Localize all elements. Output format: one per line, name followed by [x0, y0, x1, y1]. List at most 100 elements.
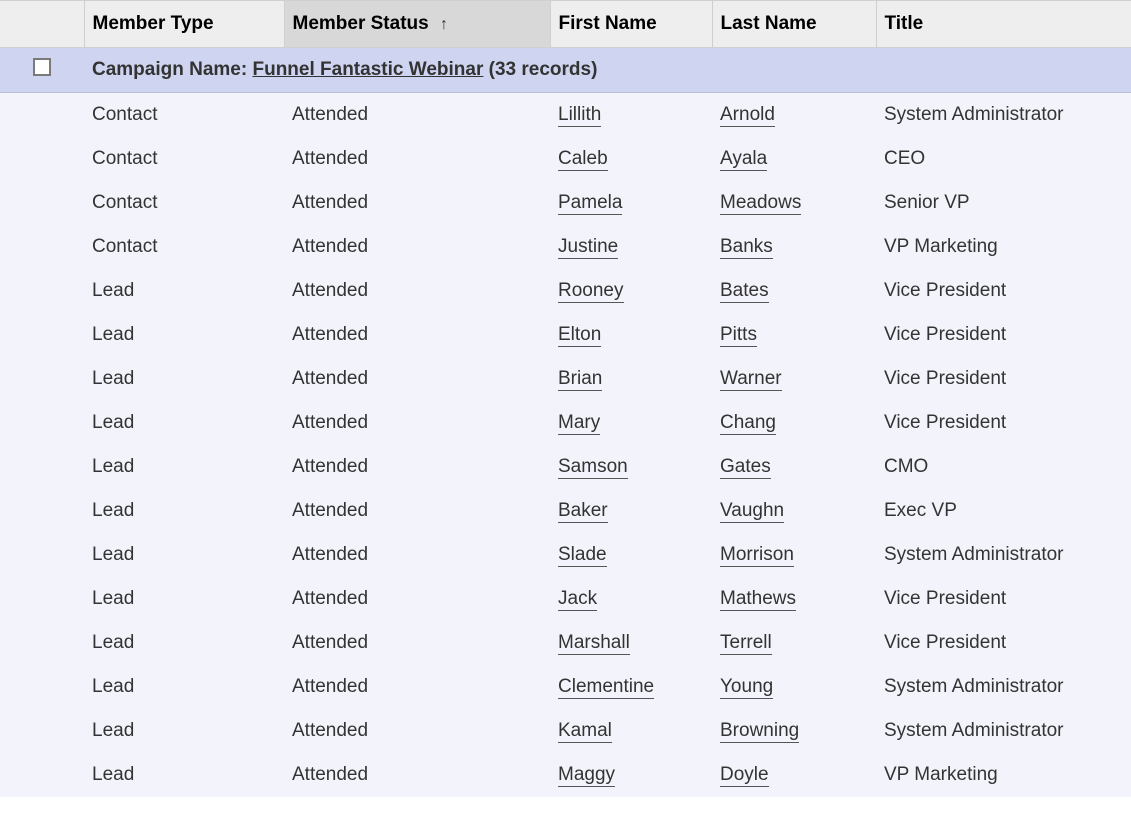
- row-checkbox-cell: [0, 489, 84, 533]
- last-name-link[interactable]: Mathews: [720, 588, 796, 611]
- first-name-link[interactable]: Clementine: [558, 676, 654, 699]
- cell-member-status: Attended: [284, 709, 550, 753]
- first-name-link[interactable]: Marshall: [558, 632, 630, 655]
- col-first-name[interactable]: First Name: [550, 1, 712, 48]
- first-name-link[interactable]: Slade: [558, 544, 607, 567]
- cell-first-name: Kamal: [550, 709, 712, 753]
- cell-first-name: Justine: [550, 225, 712, 269]
- last-name-link[interactable]: Young: [720, 676, 773, 699]
- row-checkbox-cell: [0, 357, 84, 401]
- cell-first-name: Clementine: [550, 665, 712, 709]
- row-checkbox-cell: [0, 93, 84, 138]
- first-name-link[interactable]: Justine: [558, 236, 618, 259]
- col-last-name[interactable]: Last Name: [712, 1, 876, 48]
- cell-member-type: Contact: [84, 225, 284, 269]
- table-row: ContactAttendedJustineBanksVP Marketing: [0, 225, 1131, 269]
- last-name-link[interactable]: Chang: [720, 412, 776, 435]
- first-name-link[interactable]: Pamela: [558, 192, 622, 215]
- first-name-link[interactable]: Baker: [558, 500, 608, 523]
- table-row: ContactAttendedCalebAyalaCEO: [0, 137, 1131, 181]
- cell-first-name: Maggy: [550, 753, 712, 797]
- row-checkbox-cell: [0, 753, 84, 797]
- first-name-link[interactable]: Mary: [558, 412, 600, 435]
- group-name-link[interactable]: Funnel Fantastic Webinar: [252, 59, 483, 80]
- first-name-link[interactable]: Lillith: [558, 104, 601, 127]
- last-name-link[interactable]: Arnold: [720, 104, 775, 127]
- last-name-link[interactable]: Gates: [720, 456, 771, 479]
- last-name-link[interactable]: Meadows: [720, 192, 801, 215]
- first-name-link[interactable]: Maggy: [558, 764, 615, 787]
- col-member-status-label: Member Status: [293, 13, 429, 34]
- cell-title: CEO: [876, 137, 1131, 181]
- cell-member-status: Attended: [284, 313, 550, 357]
- first-name-link[interactable]: Brian: [558, 368, 602, 391]
- group-count: (33 records): [489, 59, 598, 80]
- first-name-link[interactable]: Elton: [558, 324, 601, 347]
- cell-member-status: Attended: [284, 577, 550, 621]
- table-row: ContactAttendedLillithArnoldSystem Admin…: [0, 93, 1131, 138]
- last-name-link[interactable]: Bates: [720, 280, 769, 303]
- table-row: LeadAttendedBrianWarnerVice President: [0, 357, 1131, 401]
- group-row: Campaign Name: Funnel Fantastic Webinar …: [0, 48, 1131, 93]
- cell-last-name: Meadows: [712, 181, 876, 225]
- cell-last-name: Warner: [712, 357, 876, 401]
- last-name-link[interactable]: Banks: [720, 236, 773, 259]
- group-checkbox[interactable]: [33, 58, 51, 76]
- cell-member-status: Attended: [284, 753, 550, 797]
- last-name-link[interactable]: Morrison: [720, 544, 794, 567]
- table-row: LeadAttendedRooneyBatesVice President: [0, 269, 1131, 313]
- cell-member-type: Lead: [84, 533, 284, 577]
- cell-title: Vice President: [876, 357, 1131, 401]
- cell-title: CMO: [876, 445, 1131, 489]
- row-checkbox-cell: [0, 181, 84, 225]
- cell-member-status: Attended: [284, 533, 550, 577]
- cell-title: System Administrator: [876, 93, 1131, 138]
- row-checkbox-cell: [0, 709, 84, 753]
- last-name-link[interactable]: Pitts: [720, 324, 757, 347]
- sort-ascending-icon: ↑: [440, 16, 448, 33]
- cell-title: VP Marketing: [876, 753, 1131, 797]
- cell-last-name: Mathews: [712, 577, 876, 621]
- table-row: ContactAttendedPamelaMeadowsSenior VP: [0, 181, 1131, 225]
- cell-member-status: Attended: [284, 137, 550, 181]
- last-name-link[interactable]: Ayala: [720, 148, 767, 171]
- cell-member-type: Lead: [84, 313, 284, 357]
- cell-member-status: Attended: [284, 621, 550, 665]
- cell-first-name: Samson: [550, 445, 712, 489]
- cell-member-status: Attended: [284, 401, 550, 445]
- cell-title: VP Marketing: [876, 225, 1131, 269]
- first-name-link[interactable]: Caleb: [558, 148, 608, 171]
- cell-first-name: Marshall: [550, 621, 712, 665]
- first-name-link[interactable]: Rooney: [558, 280, 624, 303]
- last-name-link[interactable]: Vaughn: [720, 500, 784, 523]
- cell-member-type: Lead: [84, 445, 284, 489]
- row-checkbox-cell: [0, 401, 84, 445]
- cell-first-name: Mary: [550, 401, 712, 445]
- cell-member-type: Lead: [84, 489, 284, 533]
- cell-last-name: Morrison: [712, 533, 876, 577]
- cell-title: Vice President: [876, 313, 1131, 357]
- col-checkbox: [0, 1, 84, 48]
- first-name-link[interactable]: Jack: [558, 588, 597, 611]
- cell-first-name: Rooney: [550, 269, 712, 313]
- table-row: LeadAttendedJackMathewsVice President: [0, 577, 1131, 621]
- cell-member-type: Lead: [84, 665, 284, 709]
- cell-last-name: Terrell: [712, 621, 876, 665]
- cell-member-status: Attended: [284, 665, 550, 709]
- last-name-link[interactable]: Doyle: [720, 764, 769, 787]
- cell-member-type: Lead: [84, 753, 284, 797]
- table-row: LeadAttendedBakerVaughnExec VP: [0, 489, 1131, 533]
- table-row: LeadAttended Elton Pitts Vice President: [0, 313, 1131, 357]
- col-title[interactable]: Title: [876, 1, 1131, 48]
- last-name-link[interactable]: Browning: [720, 720, 799, 743]
- first-name-link[interactable]: Samson: [558, 456, 628, 479]
- last-name-link[interactable]: Terrell: [720, 632, 772, 655]
- cell-title: System Administrator: [876, 709, 1131, 753]
- col-member-type[interactable]: Member Type: [84, 1, 284, 48]
- first-name-link[interactable]: Kamal: [558, 720, 612, 743]
- col-member-status[interactable]: Member Status ↑: [284, 1, 550, 48]
- row-checkbox-cell: [0, 621, 84, 665]
- table-row: LeadAttendedSladeMorrisonSystem Administ…: [0, 533, 1131, 577]
- cell-first-name: Caleb: [550, 137, 712, 181]
- last-name-link[interactable]: Warner: [720, 368, 782, 391]
